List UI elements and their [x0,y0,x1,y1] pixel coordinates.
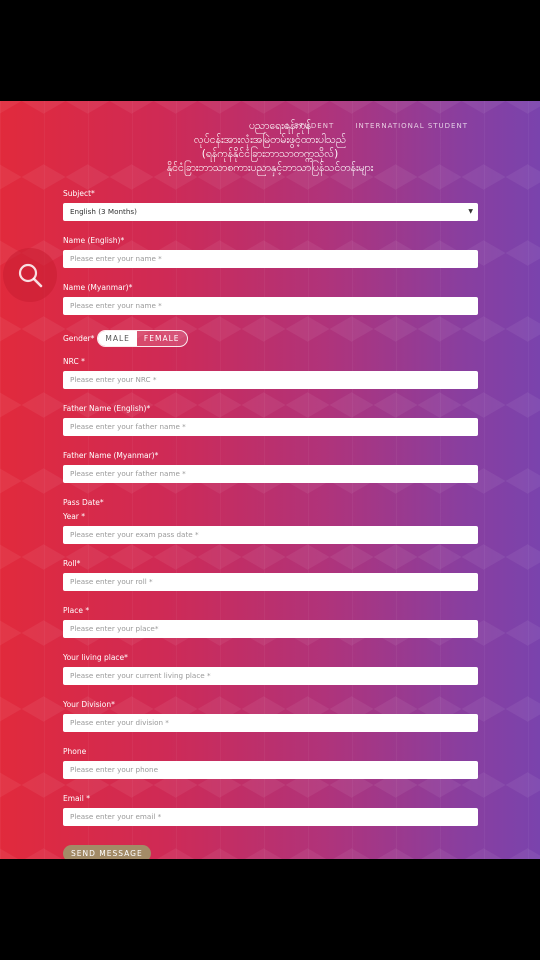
send-message-button[interactable]: SEND MESSAGE [63,845,151,859]
gender-female-option[interactable]: FEMALE [136,331,187,346]
page-screen: ပညာရေးရန်ကုန် လုပ်ငန်းအားလုံးအမြဲတမ်းဖွင… [0,101,540,859]
name-my-input[interactable]: Please enter your name * [63,297,478,315]
living-place-input[interactable]: Please enter your current living place * [63,667,478,685]
registration-form: Subject* English (3 Months) ▼ Name (Engl… [63,189,478,859]
header-line-4: နိုင်ငံခြားဘာသာစကားပညာနှင့်ဘာသာပြန်သင်တန… [166,162,374,174]
name-my-label: Name (Myanmar)* [63,283,133,292]
year-label: Year * [63,512,86,521]
dropdown-caret-icon: ▼ [468,208,473,215]
place-input[interactable]: Please enter your place* [63,620,478,638]
subject-select[interactable]: English (3 Months) ▼ [63,203,478,221]
email-label: Email * [63,794,90,803]
gender-label: Gender* [63,333,95,343]
phone-input[interactable]: Please enter your phone [63,761,478,779]
name-en-label: Name (English)* [63,236,125,245]
living-place-label: Your living place* [63,653,128,662]
father-en-input[interactable]: Please enter your father name * [63,418,478,436]
father-my-label: Father Name (Myanmar)* [63,451,159,460]
search-button[interactable] [3,248,57,302]
nrc-input[interactable]: Please enter your NRC * [63,371,478,389]
phone-label: Phone [63,747,87,756]
subject-label: Subject* [63,189,95,198]
roll-label: Roll* [63,559,81,568]
email-input[interactable]: Please enter your email * [63,808,478,826]
top-nav: L STUDENT INTERNATIONAL STUDENT [268,122,468,130]
gender-male-option[interactable]: MALE [98,331,137,346]
gender-row: Gender* MALE FEMALE [63,330,478,347]
header-line-3: (ရန်ကုန်နိုင်ငံခြားဘာသာတက္ကသိုလ်) [201,148,339,160]
nav-local-student[interactable]: L STUDENT [286,122,334,130]
header-line-2: လုပ်ငန်းအားလုံးအမြဲတမ်းဖွင့်ထားပါသည် [193,134,347,146]
pass-date-label: Pass Date* [63,498,104,507]
father-en-label: Father Name (English)* [63,404,151,413]
search-icon [18,263,43,288]
subject-value: English (3 Months) [70,207,137,216]
place-label: Place * [63,606,90,615]
division-input[interactable]: Please enter your division * [63,714,478,732]
father-my-input[interactable]: Please enter your father name * [63,465,478,483]
nrc-label: NRC * [63,357,85,366]
roll-input[interactable]: Please enter your roll * [63,573,478,591]
nav-international-student[interactable]: INTERNATIONAL STUDENT [355,122,468,130]
name-en-input[interactable]: Please enter your name * [63,250,478,268]
division-label: Your Division* [63,700,115,709]
gender-toggle: MALE FEMALE [97,330,188,347]
year-input[interactable]: Please enter your exam pass date * [63,526,478,544]
